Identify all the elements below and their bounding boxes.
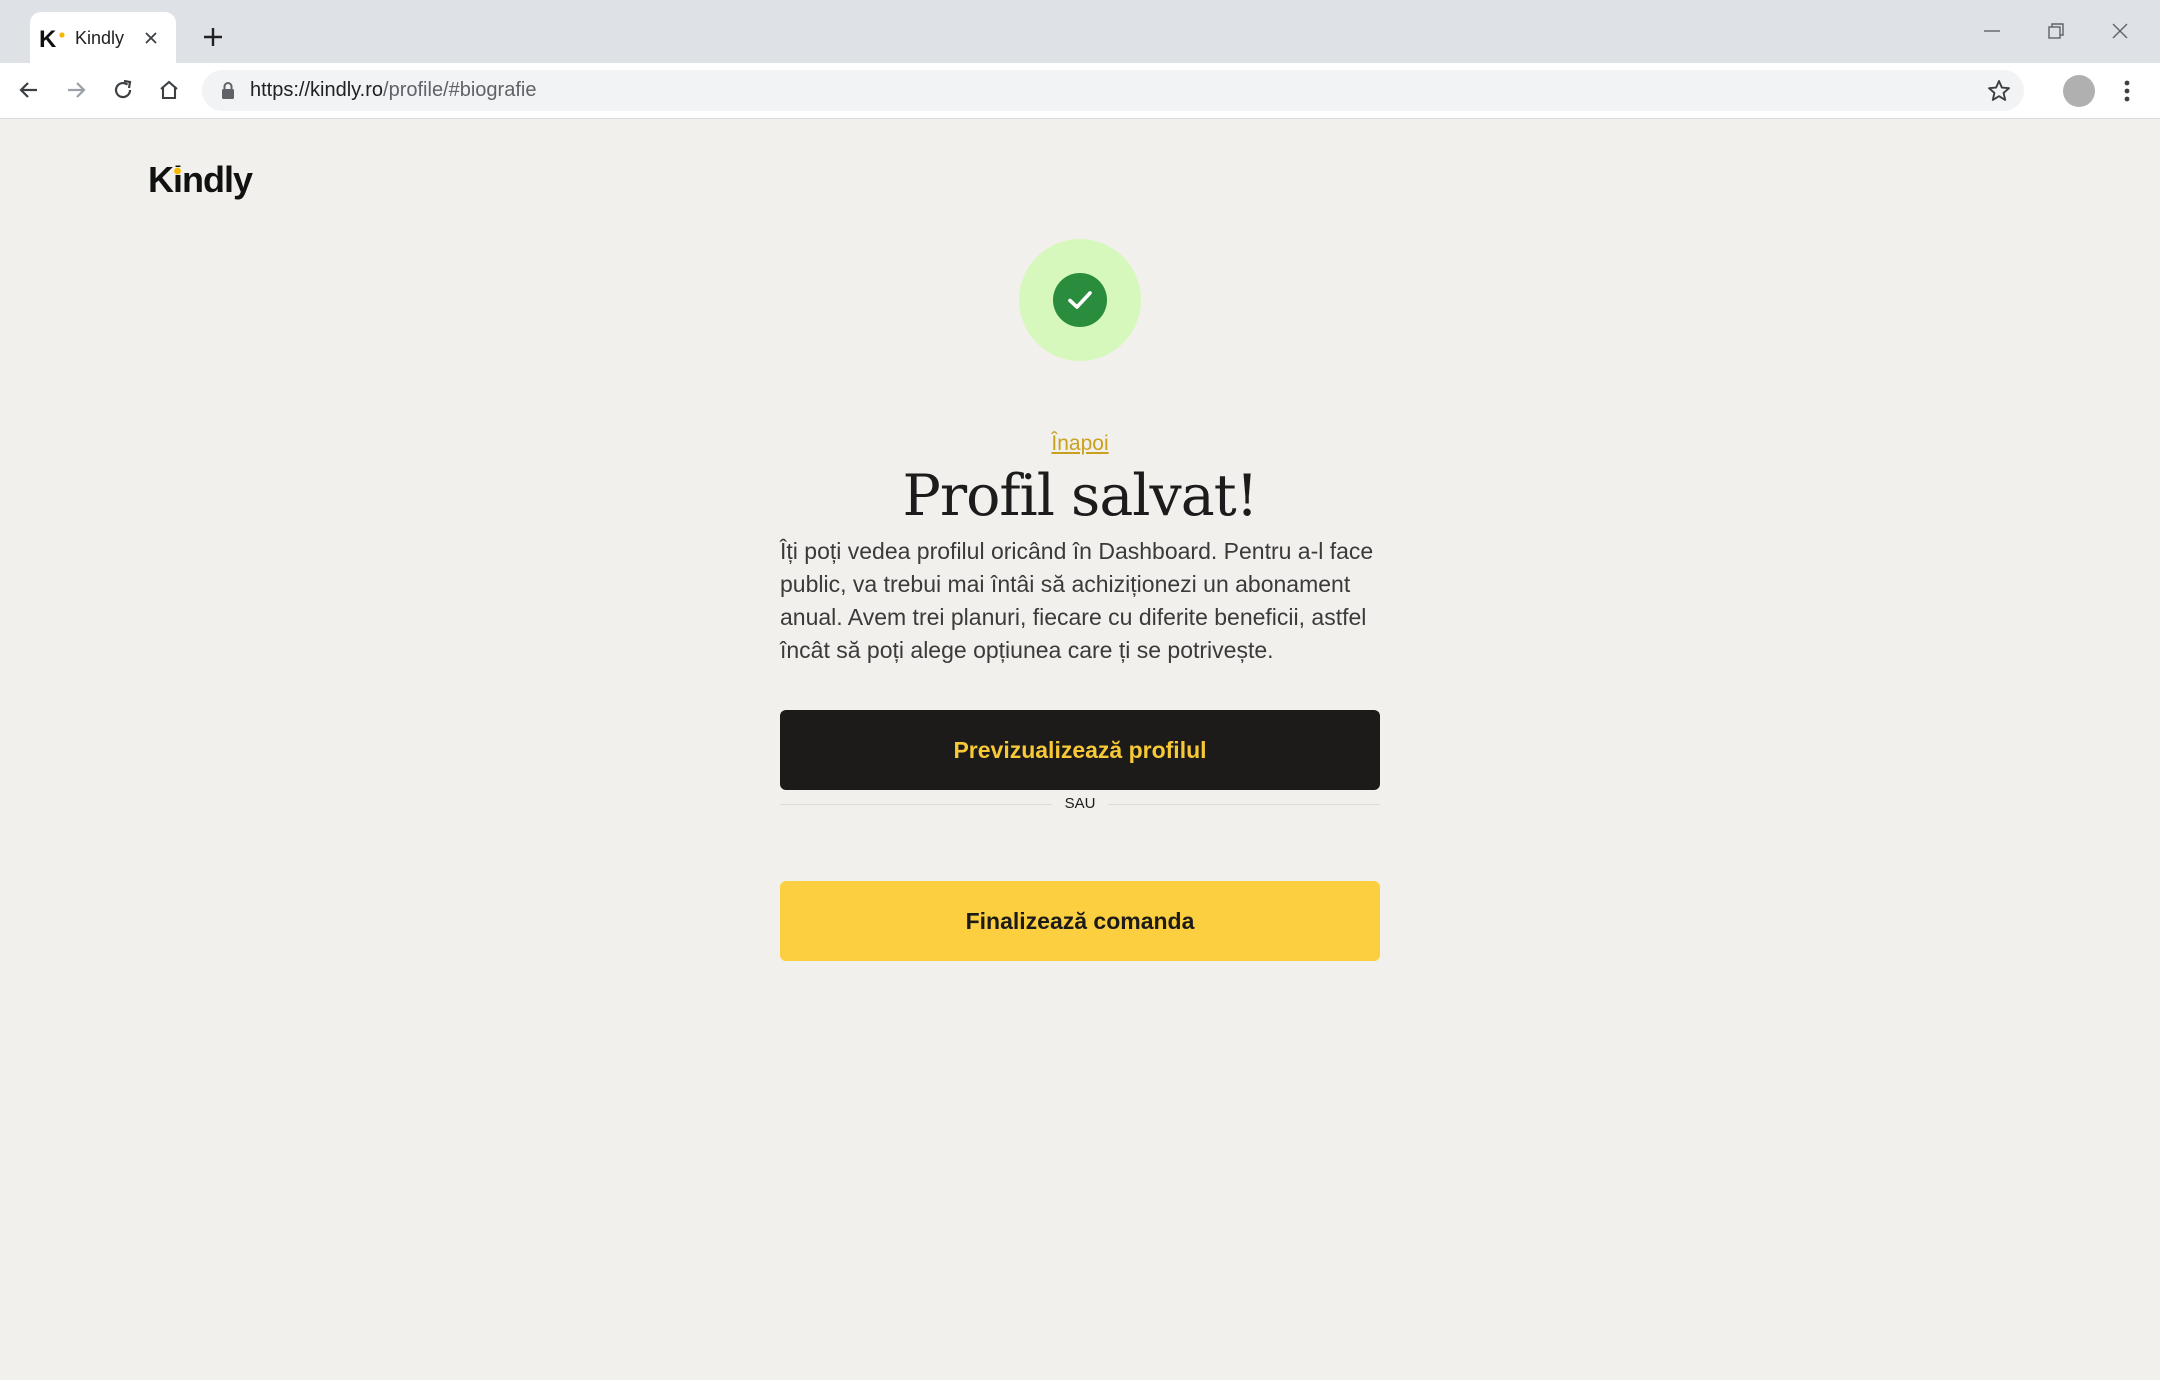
home-icon[interactable] bbox=[150, 71, 188, 109]
kindly-logo[interactable]: Kindly bbox=[148, 156, 260, 204]
browser-toolbar: https://kindly.ro/profile/#biografie bbox=[0, 63, 2160, 119]
new-tab-plus-icon[interactable] bbox=[196, 20, 230, 54]
svg-text:Kindly: Kindly bbox=[148, 159, 253, 200]
back-link-container: Înapoi bbox=[0, 432, 2160, 456]
reload-icon[interactable] bbox=[104, 71, 142, 109]
close-window-icon[interactable] bbox=[2090, 16, 2150, 46]
tab-close-icon[interactable] bbox=[136, 23, 166, 53]
page-content: Kindly Înapoi Profil salvat! Îți poți ve… bbox=[0, 119, 2160, 1380]
browser-tab[interactable]: K Kindly bbox=[30, 12, 176, 63]
or-divider: SAU bbox=[780, 791, 1380, 817]
url-text: https://kindly.ro/profile/#biografie bbox=[250, 79, 537, 101]
back-link[interactable]: Înapoi bbox=[1051, 432, 1108, 455]
profile-avatar[interactable] bbox=[2063, 75, 2095, 107]
page-title: Profil salvat! bbox=[902, 463, 1258, 529]
divider-line-right bbox=[1108, 804, 1380, 805]
finalize-order-button[interactable]: Finalizează comanda bbox=[780, 881, 1380, 961]
svg-text:K: K bbox=[39, 26, 57, 51]
tab-title: Kindly bbox=[75, 28, 125, 48]
back-arrow-icon[interactable] bbox=[10, 71, 48, 109]
browser-tab-bar: K Kindly bbox=[0, 0, 2160, 63]
bookmark-star-icon[interactable] bbox=[1986, 78, 2012, 104]
lock-icon bbox=[222, 82, 234, 99]
restore-window-icon[interactable] bbox=[2026, 16, 2086, 46]
description-text: Îți poți vedea profilul oricând în Dashb… bbox=[780, 538, 1374, 663]
forward-arrow-icon[interactable] bbox=[57, 71, 95, 109]
kindly-favicon-icon: K bbox=[39, 26, 65, 51]
minimize-icon[interactable] bbox=[1962, 16, 2022, 46]
checkmark-icon bbox=[1053, 273, 1107, 327]
preview-profile-button[interactable]: Previzualizează profilul bbox=[780, 710, 1380, 790]
address-bar[interactable]: https://kindly.ro/profile/#biografie bbox=[202, 70, 2024, 111]
more-menu-icon[interactable] bbox=[2117, 75, 2137, 107]
success-badge bbox=[1019, 239, 1141, 361]
